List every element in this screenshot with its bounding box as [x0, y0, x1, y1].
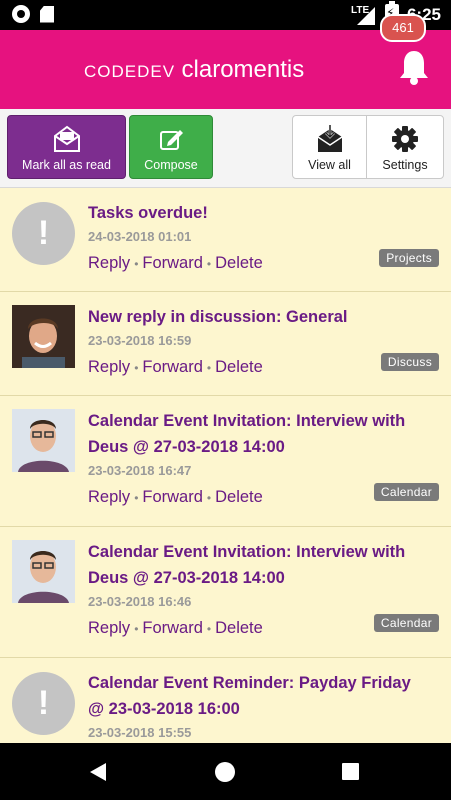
envelope-open-icon	[53, 125, 80, 152]
edit-icon	[160, 130, 183, 150]
notification-item[interactable]: Calendar Event Invitation: Interview wit…	[0, 527, 451, 658]
app-header: CODEDEV claromentis	[0, 30, 451, 109]
recent-apps-icon[interactable]	[342, 763, 359, 780]
category-tag: Calendar	[373, 483, 439, 501]
forward-link[interactable]: Forward	[142, 254, 203, 272]
separator: •	[134, 257, 139, 271]
bell-icon[interactable]	[397, 48, 431, 86]
separator: •	[134, 491, 139, 505]
category-tag: Projects	[379, 249, 439, 267]
separator: •	[134, 622, 139, 636]
notification-date: 23-03-2018 15:55	[88, 725, 192, 740]
compose-button[interactable]: Compose	[129, 115, 213, 179]
compose-label: Compose	[144, 158, 198, 172]
settings-button[interactable]: Settings	[367, 116, 443, 178]
separator: •	[206, 257, 212, 271]
logo-claromentis: claromentis	[181, 56, 305, 83]
separator: •	[206, 491, 212, 505]
toolbar: Mark all as read Compose View all Settin…	[0, 109, 451, 188]
forward-link[interactable]: Forward	[142, 358, 203, 376]
delete-link[interactable]: Delete	[215, 619, 263, 637]
forward-link[interactable]: Forward	[142, 619, 203, 637]
notification-item[interactable]: New reply in discussion: General 23-03-2…	[0, 292, 451, 396]
settings-label: Settings	[382, 158, 428, 172]
home-icon[interactable]	[215, 762, 235, 782]
category-tag: Discuss	[380, 353, 439, 371]
notification-actions: Reply • Forward • Delete	[88, 619, 263, 638]
reply-link[interactable]: Reply	[88, 358, 130, 376]
reply-link[interactable]: Reply	[88, 488, 130, 506]
alert-icon: !	[12, 672, 75, 735]
sd-card-icon	[40, 5, 54, 23]
delete-link[interactable]: Delete	[215, 358, 263, 376]
notification-actions: Reply • Forward • Delete	[88, 254, 263, 273]
user-avatar	[12, 540, 75, 603]
envelope-download-icon	[317, 125, 342, 152]
delete-link[interactable]: Delete	[215, 488, 263, 506]
separator: •	[134, 361, 139, 375]
notification-title[interactable]: Tasks overdue!	[88, 200, 428, 226]
notification-date: 24-03-2018 01:01	[88, 229, 192, 244]
separator: •	[206, 622, 212, 636]
notification-title[interactable]: Calendar Event Invitation: Interview wit…	[88, 408, 428, 460]
notification-title[interactable]: New reply in discussion: General	[88, 304, 428, 330]
sync-icon	[12, 5, 30, 23]
alert-icon: !	[12, 202, 75, 265]
delete-link[interactable]: Delete	[215, 254, 263, 272]
notification-date: 23-03-2018 16:46	[88, 594, 192, 609]
separator: •	[206, 361, 212, 375]
reply-link[interactable]: Reply	[88, 619, 130, 637]
notification-actions: Reply • Forward • Delete	[88, 488, 263, 507]
notification-title[interactable]: Calendar Event Reminder: Payday Friday @…	[88, 670, 428, 722]
notification-item[interactable]: ! Tasks overdue! 24-03-2018 01:01 Reply •…	[0, 188, 451, 292]
app-logo: CODEDEV claromentis	[84, 56, 304, 84]
category-tag: Calendar	[373, 614, 439, 632]
gear-icon	[392, 126, 418, 152]
notification-list: ! Tasks overdue! 24-03-2018 01:01 Reply •…	[0, 188, 451, 743]
view-all-label: View all	[308, 158, 351, 172]
notification-actions: Reply • Forward • Delete	[88, 358, 263, 377]
notification-title[interactable]: Calendar Event Invitation: Interview wit…	[88, 539, 428, 591]
view-settings-group: View all Settings	[292, 115, 444, 179]
signal-icon: LTE	[351, 5, 377, 25]
user-avatar	[12, 305, 75, 368]
notification-item[interactable]: Calendar Event Invitation: Interview wit…	[0, 396, 451, 527]
mark-all-read-label: Mark all as read	[22, 158, 111, 172]
notification-item[interactable]: ! Calendar Event Reminder: Payday Friday…	[0, 658, 451, 743]
notification-date: 23-03-2018 16:59	[88, 333, 192, 348]
reply-link[interactable]: Reply	[88, 254, 130, 272]
view-all-button[interactable]: View all	[293, 116, 368, 178]
network-type: LTE	[350, 5, 370, 16]
notification-count-badge[interactable]: 461	[380, 14, 426, 42]
user-avatar	[12, 409, 75, 472]
system-nav-bar	[0, 743, 451, 800]
back-icon[interactable]	[90, 763, 106, 781]
logo-codedev: CODEDEV	[84, 62, 176, 81]
mark-all-read-button[interactable]: Mark all as read	[7, 115, 126, 179]
forward-link[interactable]: Forward	[142, 488, 203, 506]
notification-date: 23-03-2018 16:47	[88, 463, 192, 478]
